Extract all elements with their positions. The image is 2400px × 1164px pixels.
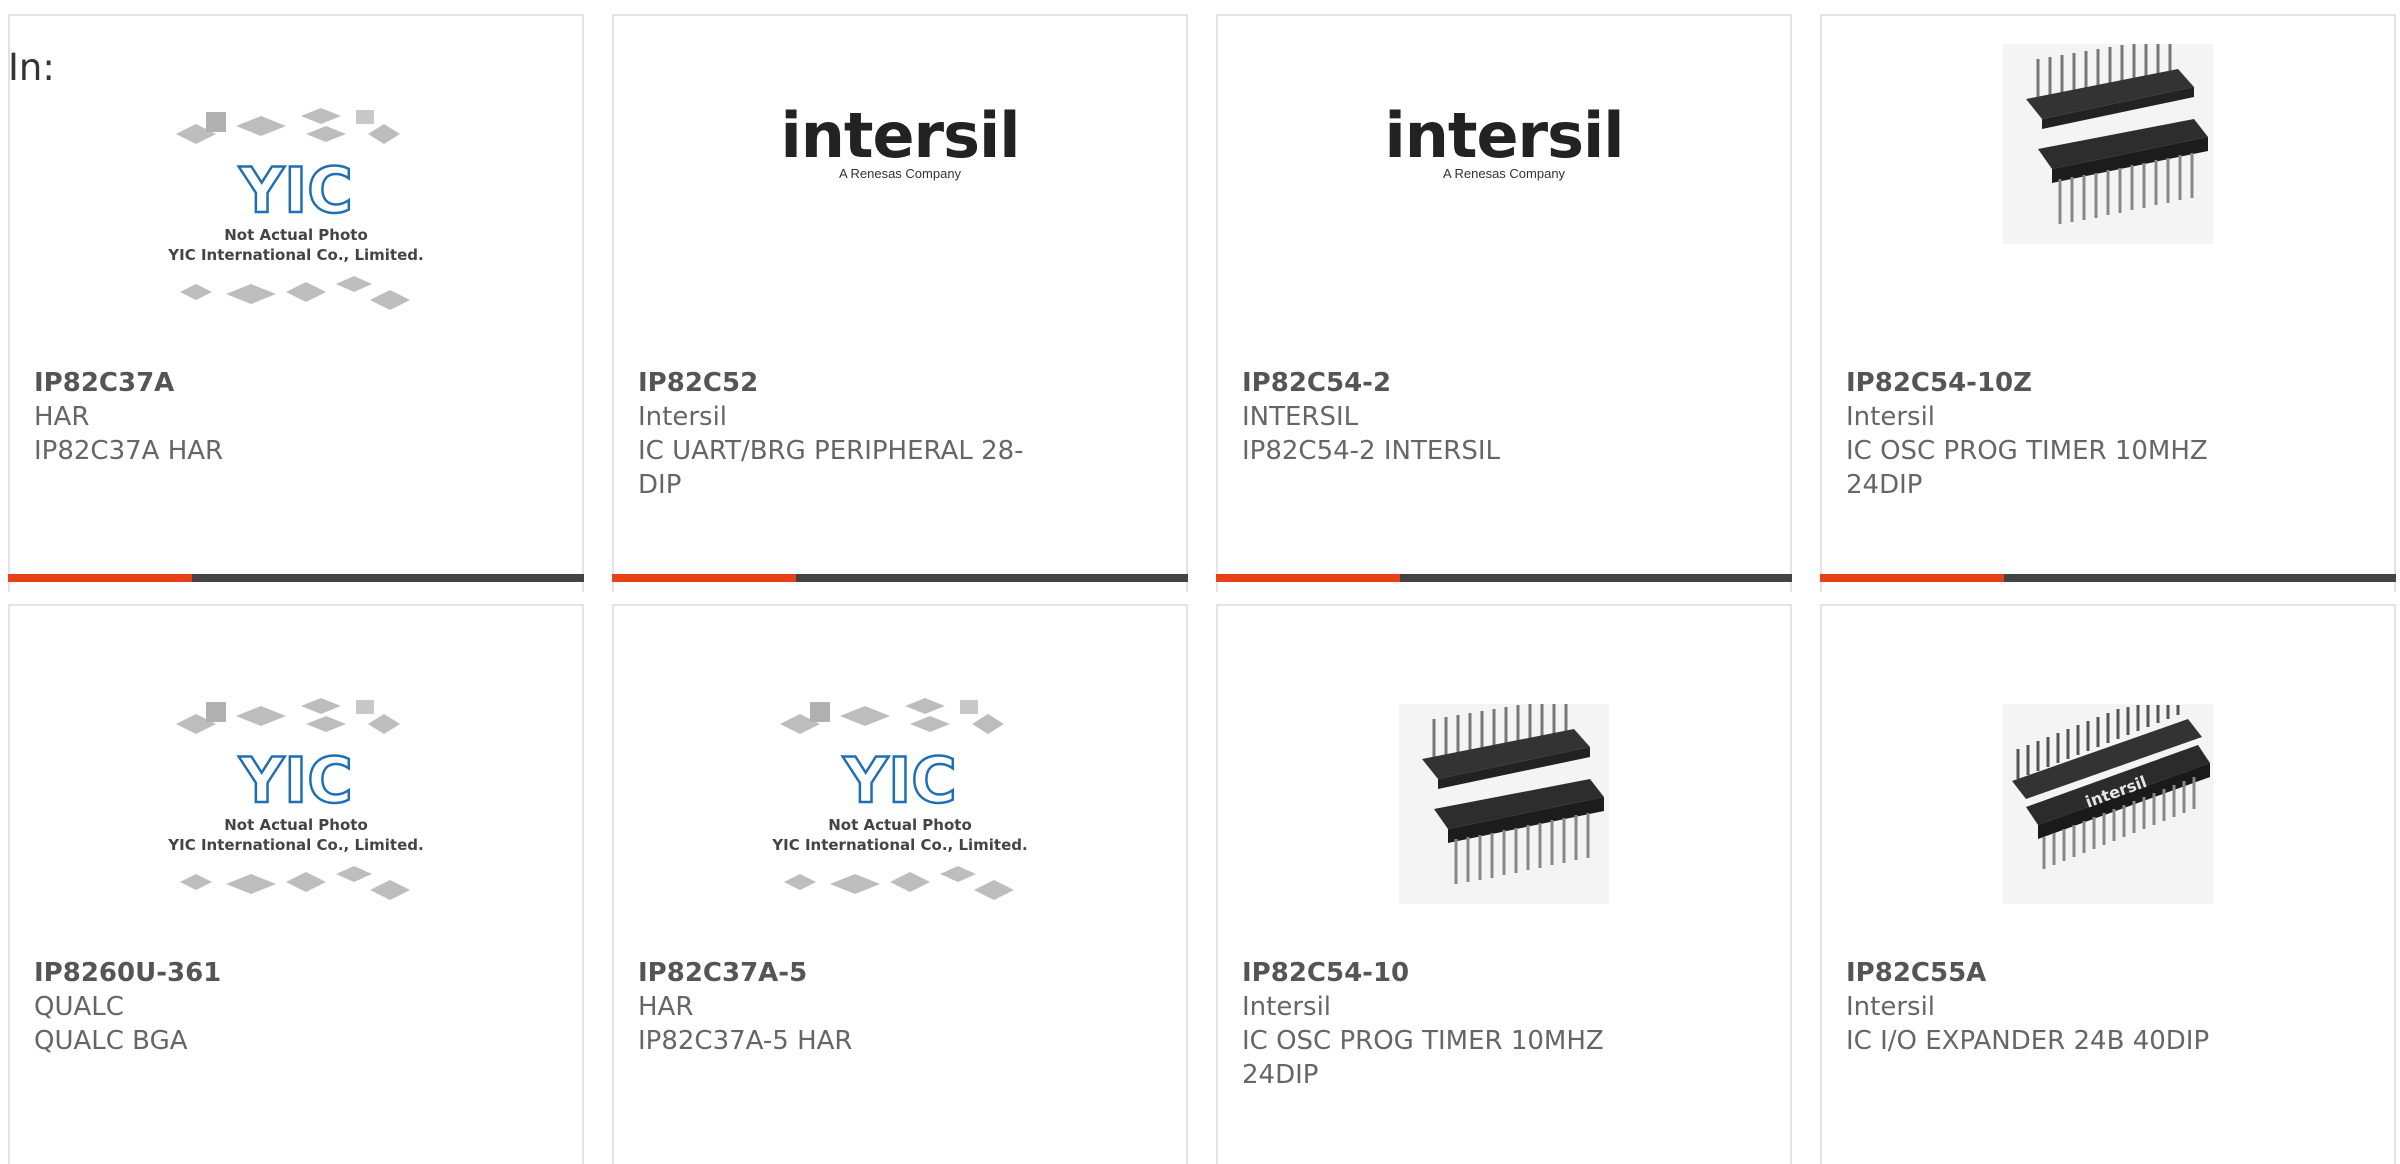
card-bottom-bar: [1820, 574, 2396, 582]
product-image[interactable]: intersil A Renesas Company: [614, 64, 1186, 364]
description: QUALC BGA: [34, 1026, 188, 1056]
card-accent-bar: [612, 574, 796, 582]
description: IC OSC PROG TIMER 10MHZ 24DIP: [1242, 1026, 1604, 1090]
product-image[interactable]: YIC Not Actual Photo YIC International C…: [10, 654, 582, 954]
yic-caption-line2: YIC International Co., Limited.: [771, 836, 1027, 854]
card-accent-bar: [1216, 574, 1400, 582]
yic-caption-line1: Not Actual Photo: [224, 816, 368, 834]
yic-placeholder-icon: YIC Not Actual Photo YIC International C…: [167, 108, 424, 310]
card-bottom-bar: [612, 574, 1188, 582]
part-number[interactable]: IP82C55A: [1846, 956, 2234, 990]
part-number[interactable]: IP82C37A: [34, 366, 422, 400]
manufacturer: HAR: [638, 992, 694, 1022]
product-card[interactable]: YIC Not Actual Photo YIC International C…: [612, 604, 1188, 1164]
product-image[interactable]: intersil: [1822, 654, 2394, 954]
manufacturer: HAR: [34, 402, 90, 432]
part-number[interactable]: IP82C54-10: [1242, 956, 1630, 990]
dip-chip-icon: [1399, 704, 1609, 904]
intersil-logo-icon: intersil A Renesas Company: [1384, 98, 1624, 181]
search-scope-label: In:: [8, 46, 55, 89]
yic-logo: YIC: [238, 154, 352, 227]
description: IC OSC PROG TIMER 10MHZ 24DIP: [1846, 436, 2208, 500]
product-image[interactable]: [1218, 654, 1790, 954]
product-card[interactable]: IP82C54-10 Intersil IC OSC PROG TIMER 10…: [1216, 604, 1792, 1164]
part-number[interactable]: IP82C52: [638, 366, 1026, 400]
card-accent-bar: [8, 574, 192, 582]
product-card[interactable]: intersil A Renesas Company IP82C54-2 INT…: [1216, 14, 1792, 592]
manufacturer: Intersil: [638, 402, 728, 432]
manufacturer: Intersil: [1242, 992, 1332, 1022]
dip-chip-icon: [2003, 44, 2213, 244]
part-number[interactable]: IP82C54-2: [1242, 366, 1630, 400]
yic-placeholder-icon: YIC Not Actual Photo YIC International C…: [771, 698, 1028, 900]
product-image[interactable]: intersil A Renesas Company: [1218, 64, 1790, 364]
manufacturer: Intersil: [1846, 402, 1936, 432]
part-number[interactable]: IP8260U-361: [34, 956, 422, 990]
manufacturer: INTERSIL: [1242, 402, 1359, 432]
product-image[interactable]: YIC Not Actual Photo YIC International C…: [10, 64, 582, 364]
product-card[interactable]: YIC Not Actual Photo YIC International C…: [8, 604, 584, 1164]
description: IC I/O EXPANDER 24B 40DIP: [1846, 1026, 2210, 1056]
intersil-logo: intersil: [1384, 98, 1624, 172]
yic-logo: YIC: [238, 744, 352, 817]
card-accent-bar: [1820, 574, 2004, 582]
product-card[interactable]: YIC Not Actual Photo YIC International C…: [8, 14, 584, 592]
yic-logo: YIC: [842, 744, 956, 817]
yic-placeholder-icon: YIC Not Actual Photo YIC International C…: [167, 698, 424, 900]
product-image[interactable]: YIC Not Actual Photo YIC International C…: [614, 654, 1186, 954]
intersil-logo: intersil: [780, 98, 1020, 172]
manufacturer: Intersil: [1846, 992, 1936, 1022]
yic-caption-line2: YIC International Co., Limited.: [167, 246, 423, 264]
description: IC UART/BRG PERIPHERAL 28-DIP: [638, 436, 1024, 500]
part-number[interactable]: IP82C54-10Z: [1846, 366, 2234, 400]
card-bottom-bar: [1216, 574, 1792, 582]
product-card[interactable]: IP82C54-10Z Intersil IC OSC PROG TIMER 1…: [1820, 14, 2396, 592]
description: IP82C37A-5 HAR: [638, 1026, 853, 1056]
yic-caption-line2: YIC International Co., Limited.: [167, 836, 423, 854]
part-number[interactable]: IP82C37A-5: [638, 956, 1026, 990]
product-card[interactable]: intersil IP82C55A Intersil IC I/O EXPAND…: [1820, 604, 2396, 1164]
yic-caption-line1: Not Actual Photo: [828, 816, 972, 834]
description: IP82C54-2 INTERSIL: [1242, 436, 1501, 466]
intersil-logo-icon: intersil A Renesas Company: [780, 98, 1020, 181]
yic-caption-line1: Not Actual Photo: [224, 226, 368, 244]
dip-chip-intersil-icon: intersil: [2003, 704, 2213, 904]
card-bottom-bar: [8, 574, 584, 582]
product-image[interactable]: [1822, 44, 2394, 364]
product-card[interactable]: intersil A Renesas Company IP82C52 Inter…: [612, 14, 1188, 592]
product-grid: YIC Not Actual Photo YIC International C…: [0, 0, 2400, 1164]
manufacturer: QUALC: [34, 992, 124, 1022]
description: IP82C37A HAR: [34, 436, 224, 466]
